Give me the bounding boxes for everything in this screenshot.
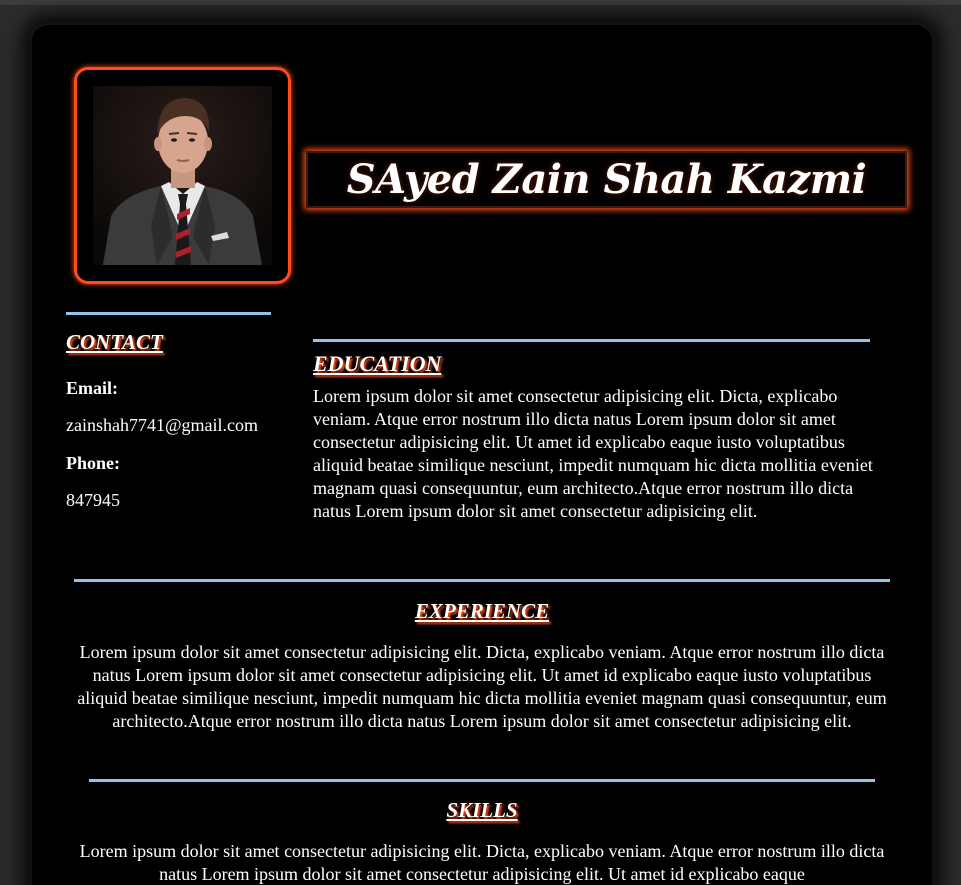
- profile-photo: [93, 86, 272, 265]
- phone-label: Phone:: [66, 453, 120, 473]
- skills-text: Lorem ipsum dolor sit amet consectetur a…: [79, 841, 885, 884]
- education-text: Lorem ipsum dolor sit amet consectetur a…: [313, 386, 873, 521]
- profile-photo-frame: [74, 67, 291, 284]
- experience-text: Lorem ipsum dolor sit amet consectetur a…: [77, 642, 887, 731]
- contact-heading: CONTACT: [66, 330, 163, 354]
- email-label: Email:: [66, 378, 118, 398]
- skills-heading: SKILLS: [446, 798, 518, 822]
- contact-divider: [66, 312, 271, 315]
- full-name: SAyed Zain Shah Kazmi: [346, 156, 867, 203]
- name-banner: SAyed Zain Shah Kazmi: [306, 151, 907, 208]
- window-top-strip: [0, 0, 961, 5]
- education-divider: [313, 339, 870, 342]
- skills-divider: [89, 779, 875, 782]
- experience-heading: EXPERIENCE: [414, 599, 550, 623]
- phone-value: 847945: [66, 490, 120, 510]
- email-value[interactable]: zainshah7741@gmail.com: [66, 415, 258, 436]
- profile-photo-image: [93, 86, 272, 265]
- experience-divider: [74, 579, 890, 582]
- education-heading: EDUCATION: [313, 351, 442, 376]
- resume-card: SAyed Zain Shah Kazmi CONTACT Email: zai…: [32, 25, 932, 885]
